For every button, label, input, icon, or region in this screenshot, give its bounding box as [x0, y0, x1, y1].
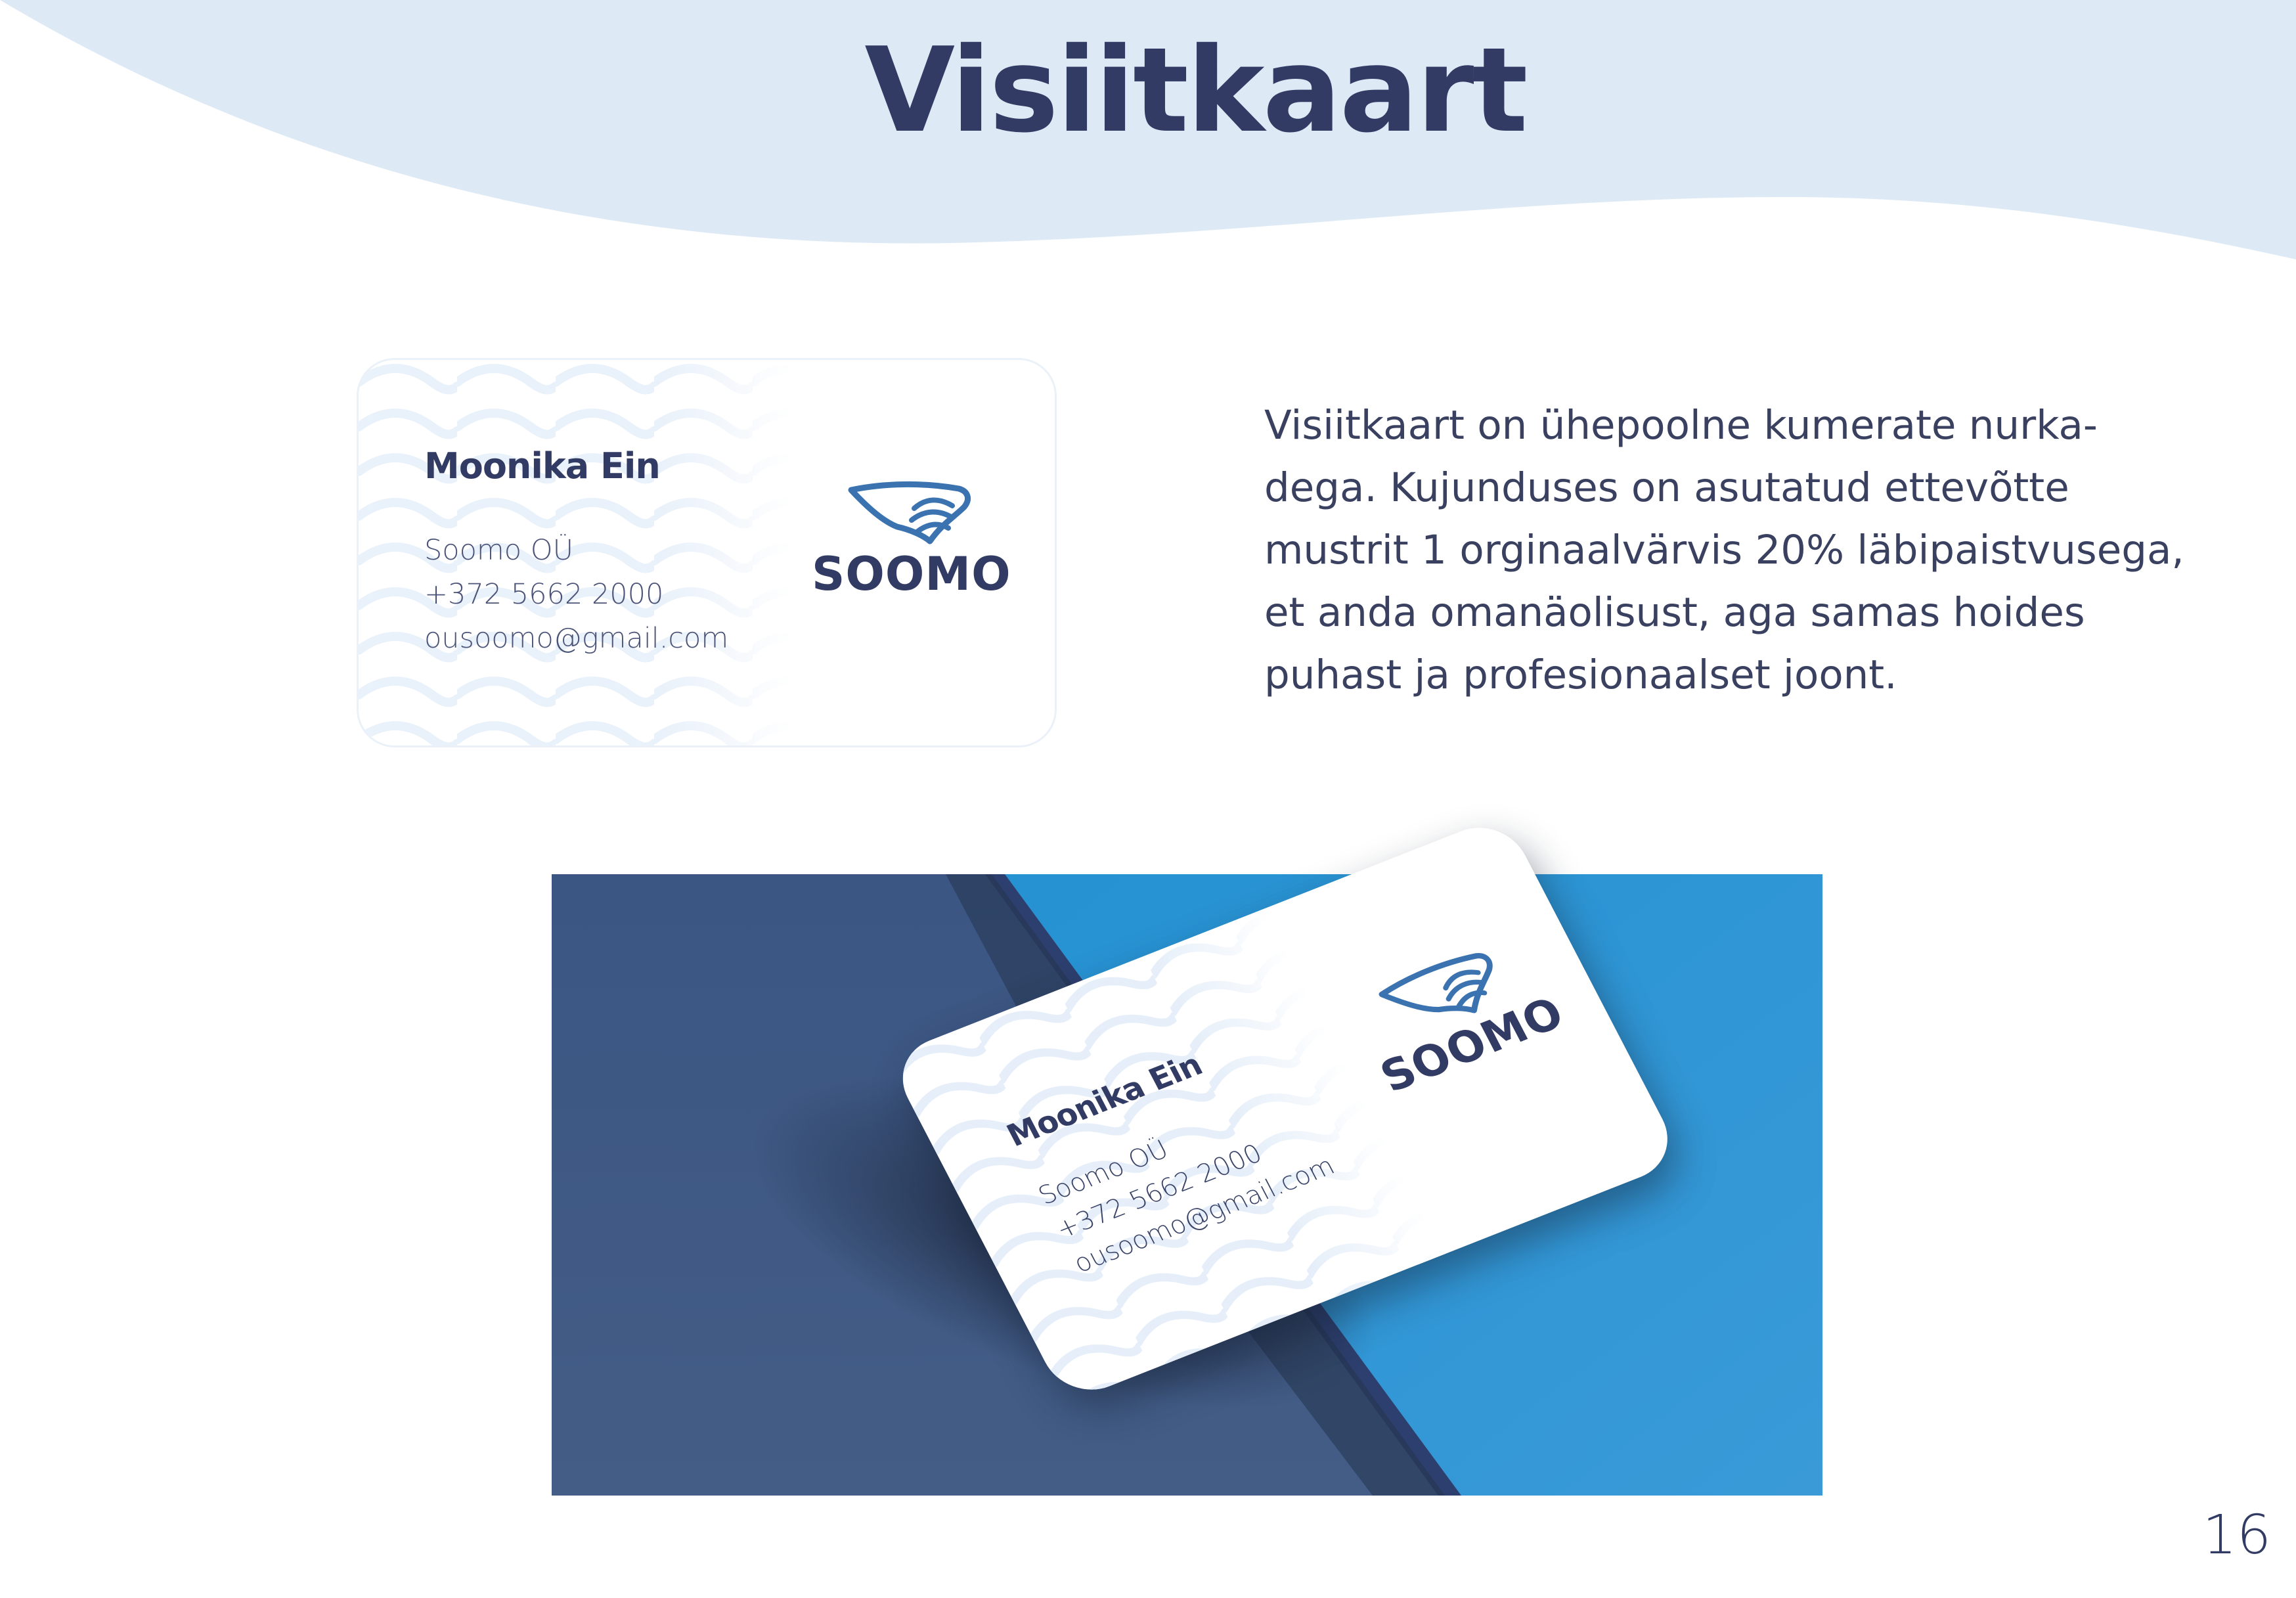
card-company: Soomo OÜ — [424, 534, 574, 567]
mockup-soomo-logo: SOOMO — [1342, 929, 1579, 1121]
soomo-logo: SOOMO — [812, 478, 1011, 623]
description-text: Visiitkaart on ühepoolne kumerate nurka-… — [1264, 402, 2184, 698]
wave-pattern — [359, 360, 792, 745]
business-card-preview: Moonika Ein Soomo OÜ +372 5662 2000 ouso… — [357, 358, 1057, 747]
soomo-wave-logo-icon — [848, 481, 971, 544]
card-email: ousoomo@gmail.com — [424, 622, 729, 655]
page-title: Visiitkaart — [864, 22, 1528, 158]
card-phone: +372 5662 2000 — [424, 578, 664, 611]
card-name: Moonika Ein — [424, 445, 661, 487]
logo-text: SOOMO — [812, 547, 1011, 601]
page-number: 16 — [2202, 1504, 2271, 1566]
